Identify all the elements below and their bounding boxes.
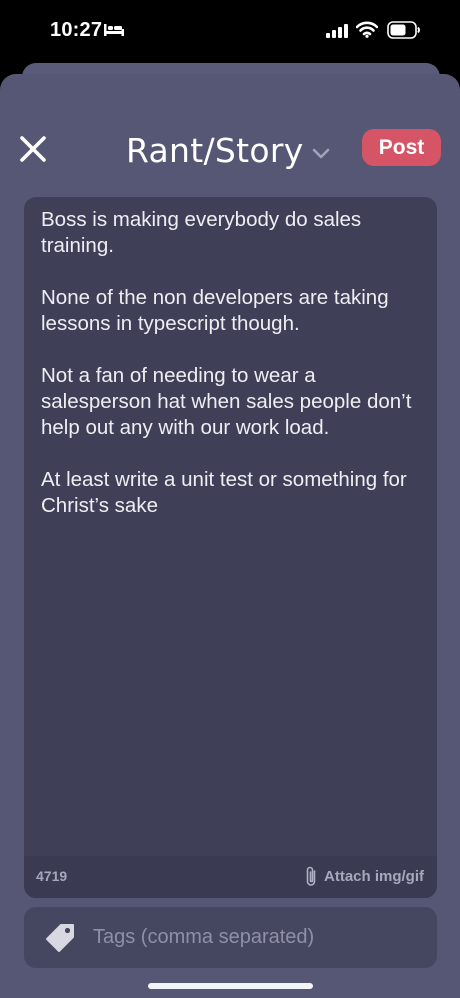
chevron-down-icon — [312, 148, 329, 159]
post-button[interactable]: Post — [362, 129, 441, 166]
editor-footer: 4719 Attach img/gif — [24, 856, 437, 898]
wifi-icon — [356, 21, 378, 38]
home-indicator — [148, 983, 313, 989]
post-paragraph: Not a fan of needing to wear a salespers… — [41, 364, 412, 439]
tags-field[interactable] — [24, 907, 437, 968]
character-count: 4719 — [36, 868, 68, 884]
attach-image-button[interactable]: Attach img/gif — [304, 865, 424, 888]
paperclip-icon — [306, 866, 316, 886]
attach-label: Attach img/gif — [324, 868, 424, 885]
post-paragraph: Boss is making everybody do sales traini… — [41, 208, 362, 257]
signal-icon — [326, 24, 348, 38]
tags-input[interactable] — [93, 924, 413, 950]
page-title: Rant/Story — [126, 130, 304, 170]
status-bar: 10:27 — [0, 0, 460, 62]
post-paragraph: At least write a unit test or something … — [41, 468, 407, 517]
bed-icon — [104, 24, 124, 36]
post-text-area[interactable]: Boss is making everybody do sales traini… — [24, 197, 437, 898]
battery-icon — [387, 21, 420, 39]
post-text-content[interactable]: Boss is making everybody do sales traini… — [41, 207, 426, 545]
post-paragraph: None of the non developers are taking le… — [41, 286, 389, 335]
close-icon[interactable] — [18, 134, 48, 164]
post-type-selector[interactable]: Rant/Story — [126, 126, 330, 174]
tag-icon — [46, 924, 74, 952]
status-time: 10:27 — [50, 19, 103, 41]
